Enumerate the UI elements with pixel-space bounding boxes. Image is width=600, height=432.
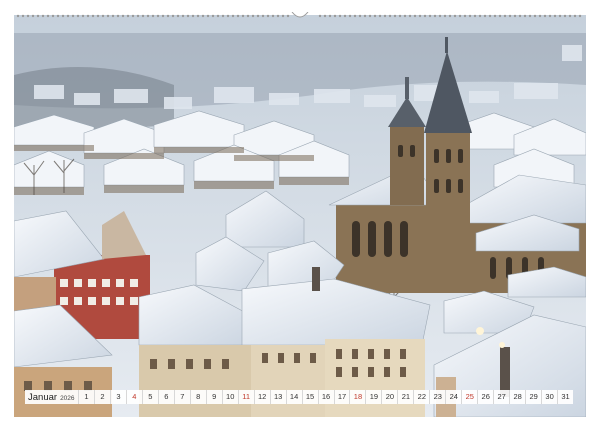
calendar-day: 28 xyxy=(509,390,525,404)
calendar-page: Januar 2026 1 2 3 4 5 6 7 8 9 10 11 12 13 14 15 16 17 18 1… xyxy=(0,0,600,432)
calendar-day: 3 xyxy=(109,390,126,404)
day-list: 1 2 3 4 5 6 7 8 9 10 11 12 13 14 15 16 17 18 19 20 21 22 23 24 2… xyxy=(78,390,573,404)
calendar-day: 14 xyxy=(285,390,302,404)
calendar-day-strip: Januar 2026 1 2 3 4 5 6 7 8 9 10 11 12 13 14 15 16 17 18 1… xyxy=(25,390,573,404)
calendar-day: 10 xyxy=(221,390,238,404)
winter-town-photo xyxy=(14,15,586,417)
calendar-day: 19 xyxy=(365,390,381,404)
calendar-day: 18 xyxy=(349,390,365,404)
calendar-day: 26 xyxy=(477,390,493,404)
calendar-day: 31 xyxy=(557,390,573,404)
year-label: 2026 xyxy=(60,394,75,402)
calendar-day: 7 xyxy=(173,390,190,404)
calendar-day: 22 xyxy=(413,390,429,404)
calendar-day: 16 xyxy=(317,390,334,404)
calendar-day: 5 xyxy=(141,390,158,404)
calendar-day: 20 xyxy=(381,390,397,404)
calendar-day: 23 xyxy=(429,390,445,404)
calendar-day: 15 xyxy=(301,390,318,404)
month-label: Januar 2026 xyxy=(25,392,78,403)
spiral-binding xyxy=(14,12,586,20)
calendar-day: 1 xyxy=(78,390,94,404)
calendar-day: 8 xyxy=(189,390,206,404)
calendar-day: 11 xyxy=(237,390,254,404)
calendar-day: 12 xyxy=(253,390,270,404)
calendar-day: 6 xyxy=(157,390,174,404)
calendar-day: 2 xyxy=(93,390,110,404)
calendar-day: 17 xyxy=(333,390,350,404)
calendar-day: 30 xyxy=(541,390,557,404)
calendar-day: 25 xyxy=(461,390,477,404)
calendar-day: 13 xyxy=(269,390,286,404)
calendar-day: 21 xyxy=(397,390,413,404)
calendar-day: 27 xyxy=(493,390,509,404)
calendar-day: 4 xyxy=(125,390,142,404)
month-name: Januar xyxy=(28,391,58,403)
calendar-day: 9 xyxy=(205,390,222,404)
calendar-day: 29 xyxy=(525,390,541,404)
calendar-day: 24 xyxy=(445,390,461,404)
